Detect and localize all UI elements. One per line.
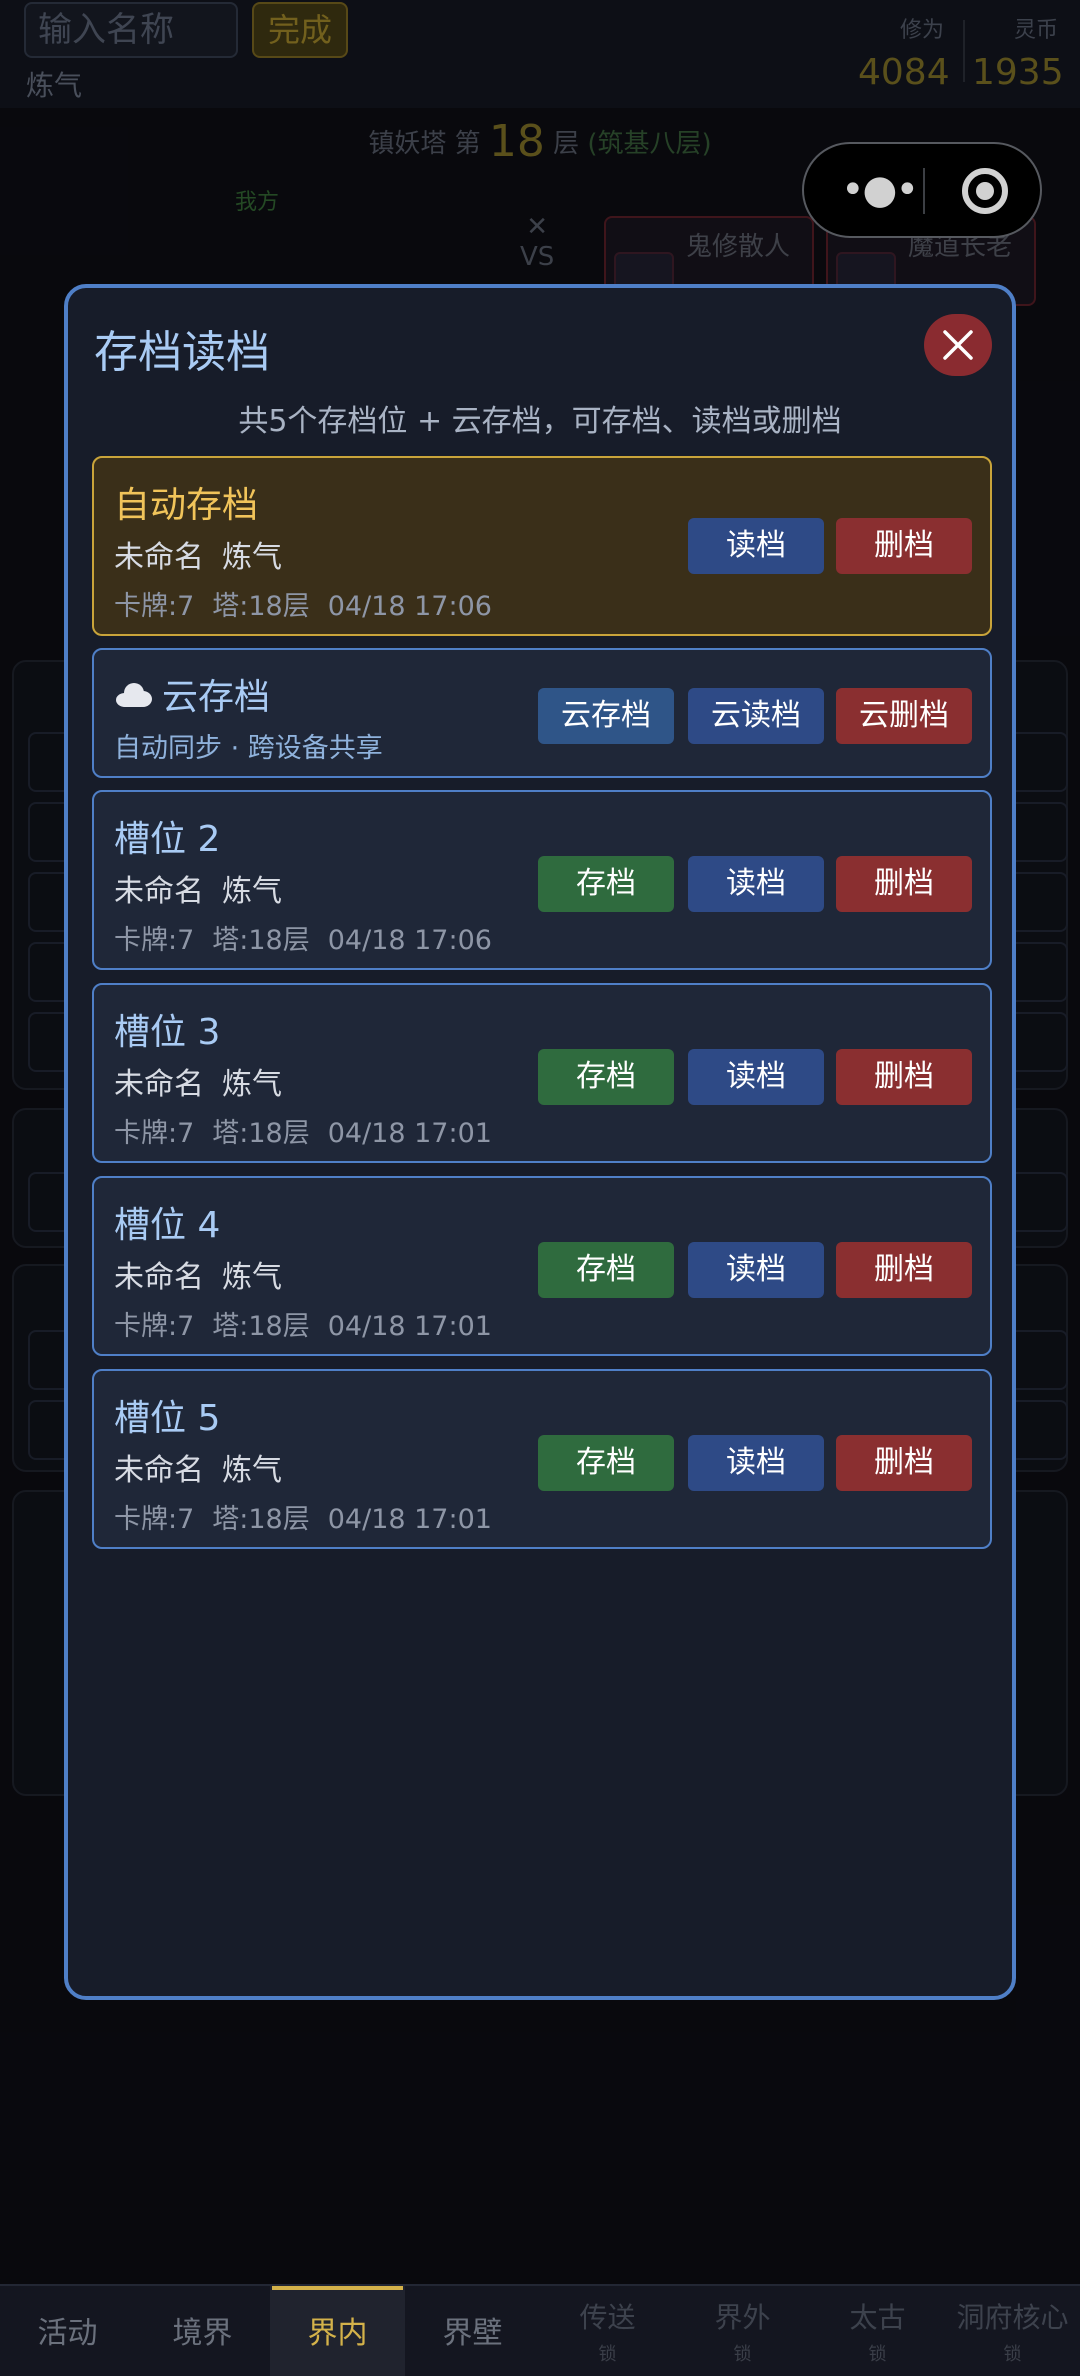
slot-realm: 炼气: [222, 874, 282, 909]
nav-label: 洞府核心: [956, 2301, 1069, 2334]
slot-meta: 卡牌:7 塔:18层 04/18 17:01: [114, 1304, 492, 1343]
load-button[interactable]: 读档: [688, 1435, 824, 1491]
slot-realm: 炼气: [222, 1260, 282, 1295]
nav-label: 太古: [849, 2301, 906, 2334]
slot-time: 04/18 17:06: [327, 591, 492, 622]
slot-tower: 塔:18层: [212, 1118, 310, 1149]
close-button[interactable]: [924, 314, 992, 376]
slot-info: 未命名 炼气: [114, 1252, 282, 1296]
slot-title: 槽位 5: [114, 1398, 221, 1439]
cloud-delete-button[interactable]: 云删档: [836, 688, 972, 744]
slot-realm: 炼气: [222, 1453, 282, 1488]
slot-realm: 炼气: [222, 540, 282, 575]
nav-label: 传送: [579, 2301, 636, 2334]
cloud-title: 云存档: [162, 677, 271, 718]
save-load-dialog: 存档读档 共5个存档位 + 云存档，可存档、读档或删档 自动存档 未命名 炼气 卡…: [64, 284, 1016, 2000]
cloud-save-button[interactable]: 云存档: [538, 688, 674, 744]
slot-title: 自动存档: [114, 485, 259, 526]
nav-item-ancient[interactable]: 太古 锁: [810, 2286, 945, 2376]
dialog-title: 存档读档: [94, 327, 270, 378]
slot-meta: 卡牌:7 塔:18层 04/18 17:01: [114, 1497, 492, 1536]
slot-tower: 塔:18层: [212, 591, 310, 622]
slot-time: 04/18 17:01: [327, 1118, 492, 1149]
slot-meta: 卡牌:7 塔:18层 04/18 17:06: [114, 918, 492, 957]
delete-button[interactable]: 删档: [836, 1049, 972, 1105]
save-slot-auto: 自动存档 未命名 炼气 卡牌:7 塔:18层 04/18 17:06 读档 删档: [92, 456, 992, 636]
delete-button[interactable]: 删档: [836, 1242, 972, 1298]
load-button[interactable]: 读档: [688, 518, 824, 574]
save-button[interactable]: 存档: [538, 1435, 674, 1491]
slot-title: 槽位 2: [114, 819, 221, 860]
cloud-description: 自动同步 · 跨设备共享: [114, 733, 383, 764]
bottom-nav: 活动 境界 界内 界壁 传送 锁 界外 锁 太古 锁 洞府核心 锁: [0, 2284, 1080, 2376]
cloud-load-button[interactable]: 云读档: [688, 688, 824, 744]
slot-title: 槽位 3: [114, 1012, 221, 1053]
slot-time: 04/18 17:01: [327, 1504, 492, 1535]
save-slot-2: 槽位 2 未命名 炼气 卡牌:7 塔:18层 04/18 17:06 存档 读档 删档: [92, 790, 992, 970]
save-slot-5: 槽位 5 未命名 炼气 卡牌:7 塔:18层 04/18 17:01 存档 读档 删档: [92, 1369, 992, 1549]
delete-button[interactable]: 删档: [836, 518, 972, 574]
slot-info: 未命名 炼气: [114, 532, 282, 576]
nav-item-cave-core[interactable]: 洞府核心 锁: [945, 2286, 1080, 2376]
cloud-icon: [114, 683, 152, 707]
save-slot-4: 槽位 4 未命名 炼气 卡牌:7 塔:18层 04/18 17:01 存档 读档 删档: [92, 1176, 992, 1356]
nav-item-inner-world[interactable]: 界内: [270, 2286, 405, 2376]
slot-tower: 塔:18层: [212, 925, 310, 956]
slot-time: 04/18 17:01: [327, 1311, 492, 1342]
slot-name: 未命名: [114, 540, 204, 575]
nav-item-outer-world[interactable]: 界外 锁: [675, 2286, 810, 2376]
slot-time: 04/18 17:06: [327, 925, 492, 956]
nav-label: 界内: [307, 2316, 368, 2351]
slot-cards: 卡牌:7: [114, 1311, 195, 1342]
nav-label: 界壁: [442, 2316, 503, 2351]
slot-name: 未命名: [114, 874, 204, 909]
slot-name: 未命名: [114, 1453, 204, 1488]
slot-meta: 卡牌:7 塔:18层 04/18 17:01: [114, 1111, 492, 1150]
slot-info: 未命名 炼气: [114, 1445, 282, 1489]
slot-info: 未命名 炼气: [114, 866, 282, 910]
load-button[interactable]: 读档: [688, 1049, 824, 1105]
slot-tower: 塔:18层: [212, 1504, 310, 1535]
slot-title: 云存档: [114, 668, 270, 720]
lock-label: 锁: [733, 2344, 752, 2365]
slot-realm: 炼气: [222, 1067, 282, 1102]
save-button[interactable]: 存档: [538, 856, 674, 912]
slot-meta: 卡牌:7 塔:18层 04/18 17:06: [114, 584, 492, 623]
slot-tower: 塔:18层: [212, 1311, 310, 1342]
lock-label: 锁: [868, 2344, 887, 2365]
slot-name: 未命名: [114, 1067, 204, 1102]
nav-label: 境界: [172, 2316, 233, 2351]
slot-cards: 卡牌:7: [114, 591, 195, 622]
delete-button[interactable]: 删档: [836, 1435, 972, 1491]
close-icon: [943, 330, 973, 360]
load-button[interactable]: 读档: [688, 856, 824, 912]
lock-label: 锁: [598, 2344, 617, 2365]
slot-cards: 卡牌:7: [114, 925, 195, 956]
slot-cards: 卡牌:7: [114, 1504, 195, 1535]
save-slot-3: 槽位 3 未命名 炼气 卡牌:7 塔:18层 04/18 17:01 存档 读档 删档: [92, 983, 992, 1163]
dialog-subtitle: 共5个存档位 + 云存档，可存档、读档或删档: [238, 404, 842, 439]
nav-label: 活动: [37, 2316, 98, 2351]
nav-item-teleport[interactable]: 传送 锁: [540, 2286, 675, 2376]
load-button[interactable]: 读档: [688, 1242, 824, 1298]
nav-item-realm[interactable]: 境界: [135, 2286, 270, 2376]
lock-label: 锁: [1003, 2344, 1022, 2365]
slot-cards: 卡牌:7: [114, 1118, 195, 1149]
slot-name: 未命名: [114, 1260, 204, 1295]
nav-item-world-wall[interactable]: 界壁: [405, 2286, 540, 2376]
slot-info: 未命名 炼气: [114, 1059, 282, 1103]
slot-title: 槽位 4: [114, 1205, 221, 1246]
save-button[interactable]: 存档: [538, 1242, 674, 1298]
nav-label: 界外: [714, 2301, 771, 2334]
nav-item-activity[interactable]: 活动: [0, 2286, 135, 2376]
save-slot-cloud: 云存档 自动同步 · 跨设备共享 云存档 云读档 云删档: [92, 648, 992, 778]
delete-button[interactable]: 删档: [836, 856, 972, 912]
save-button[interactable]: 存档: [538, 1049, 674, 1105]
